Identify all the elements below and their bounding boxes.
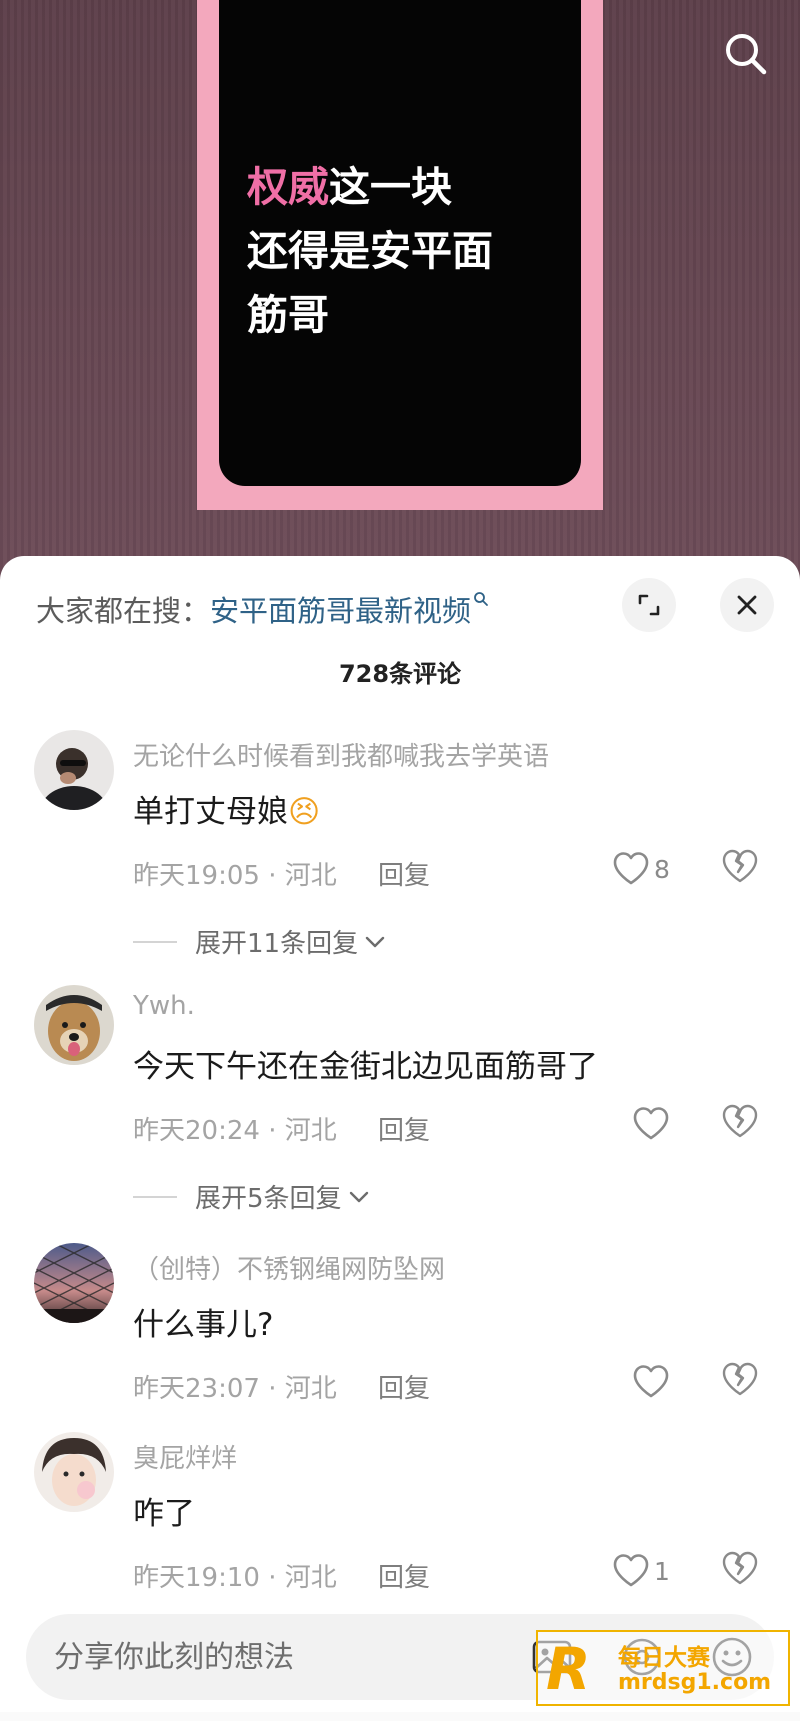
divider xyxy=(133,940,177,943)
reply-button[interactable]: 回复 xyxy=(378,1557,430,1594)
like-button[interactable]: 1 xyxy=(612,1549,670,1593)
reply-button[interactable]: 回复 xyxy=(378,1368,430,1405)
watermark-title: 每日大赛 xyxy=(618,1645,710,1671)
broken-heart-icon xyxy=(722,849,758,883)
dislike-button[interactable] xyxy=(720,1361,760,1401)
watermark-url: mrdsg1.com xyxy=(618,1670,772,1695)
comment-text: 咋了 xyxy=(133,1496,195,1532)
like-button[interactable]: 8 xyxy=(612,847,670,891)
watermark-logo: R 每日大赛 mrdsg1.com xyxy=(536,1630,790,1706)
video-caption: 权威这一块 还得是安平面 筋哥 xyxy=(247,155,567,347)
broken-heart-icon xyxy=(722,1362,758,1396)
comment-username[interactable]: 无论什么时候看到我都喊我去学英语 xyxy=(133,736,549,773)
reply-button[interactable]: 回复 xyxy=(378,855,430,892)
comment-text: 什么事儿? xyxy=(133,1307,274,1343)
expand-replies-label: 展开5条回复 xyxy=(195,1184,342,1214)
reply-button[interactable]: 回复 xyxy=(378,1110,430,1147)
avatar[interactable] xyxy=(34,1432,114,1512)
comment-content: 单打丈母娘😣 xyxy=(133,786,320,831)
comment-time-location: 昨天20:24 · 河北 xyxy=(133,1116,337,1146)
caption-line-2: 还得是安平面 xyxy=(247,227,493,275)
heart-icon xyxy=(613,1554,649,1587)
comment-username[interactable]: Ywh. xyxy=(133,991,195,1021)
suggestion-term[interactable]: 安平面筋哥最新视频 xyxy=(210,588,471,630)
dislike-button[interactable] xyxy=(720,1103,760,1143)
avatar[interactable] xyxy=(34,1243,114,1323)
search-suggestion[interactable]: 大家都在搜： 安平面筋哥最新视频 xyxy=(36,584,489,634)
search-icon xyxy=(473,591,489,612)
dislike-button[interactable] xyxy=(720,1550,760,1590)
avatar[interactable] xyxy=(34,985,114,1065)
expand-replies[interactable]: 展开5条回复 xyxy=(133,1178,372,1215)
comment-text: 今天下午还在金街北边见面筋哥了 xyxy=(133,1049,598,1085)
chevron-down-icon xyxy=(365,936,385,947)
suggestion-prefix: 大家都在搜： xyxy=(36,594,211,628)
comment-count: 728条评论 xyxy=(338,660,462,688)
like-button[interactable] xyxy=(632,1360,670,1404)
caption-line-1: 这一块 xyxy=(329,163,452,211)
divider xyxy=(133,1195,177,1198)
comment-text: 单打丈母娘 xyxy=(133,794,288,830)
expand-icon xyxy=(638,594,660,616)
like-count: 8 xyxy=(654,854,670,884)
comment-username[interactable]: 臭屁烊烊 xyxy=(133,1438,237,1475)
comment-time-location: 昨天19:05 · 河北 xyxy=(133,861,337,891)
like-button[interactable] xyxy=(632,1102,670,1146)
search-icon[interactable] xyxy=(720,28,772,80)
heart-icon xyxy=(633,1365,669,1398)
comment-time-location: 昨天23:07 · 河北 xyxy=(133,1374,337,1404)
expand-replies[interactable]: 展开11条回复 xyxy=(133,923,388,960)
bottom-strip xyxy=(0,1712,800,1721)
chevron-down-icon xyxy=(349,1191,368,1202)
dislike-button[interactable] xyxy=(720,848,760,888)
avatar[interactable] xyxy=(34,730,114,810)
heart-icon xyxy=(633,1107,669,1140)
caption-line-3: 筋哥 xyxy=(247,291,329,339)
broken-heart-icon xyxy=(722,1551,758,1585)
caption-highlight: 权威 xyxy=(247,163,329,211)
close-button[interactable] xyxy=(720,578,774,632)
expand-button[interactable] xyxy=(622,578,676,632)
heart-icon xyxy=(613,852,649,885)
comment-time-location: 昨天19:10 · 河北 xyxy=(133,1563,337,1593)
close-icon xyxy=(737,595,757,615)
comment-username[interactable]: （创特）不锈钢绳网防坠网 xyxy=(133,1249,445,1286)
broken-heart-icon xyxy=(722,1104,758,1138)
emoji-sticker: 😣 xyxy=(288,794,321,830)
watermark-r: R xyxy=(546,1635,591,1703)
comment-input[interactable] xyxy=(54,1614,494,1700)
expand-replies-label: 展开11条回复 xyxy=(195,929,359,959)
like-count: 1 xyxy=(654,1556,670,1586)
